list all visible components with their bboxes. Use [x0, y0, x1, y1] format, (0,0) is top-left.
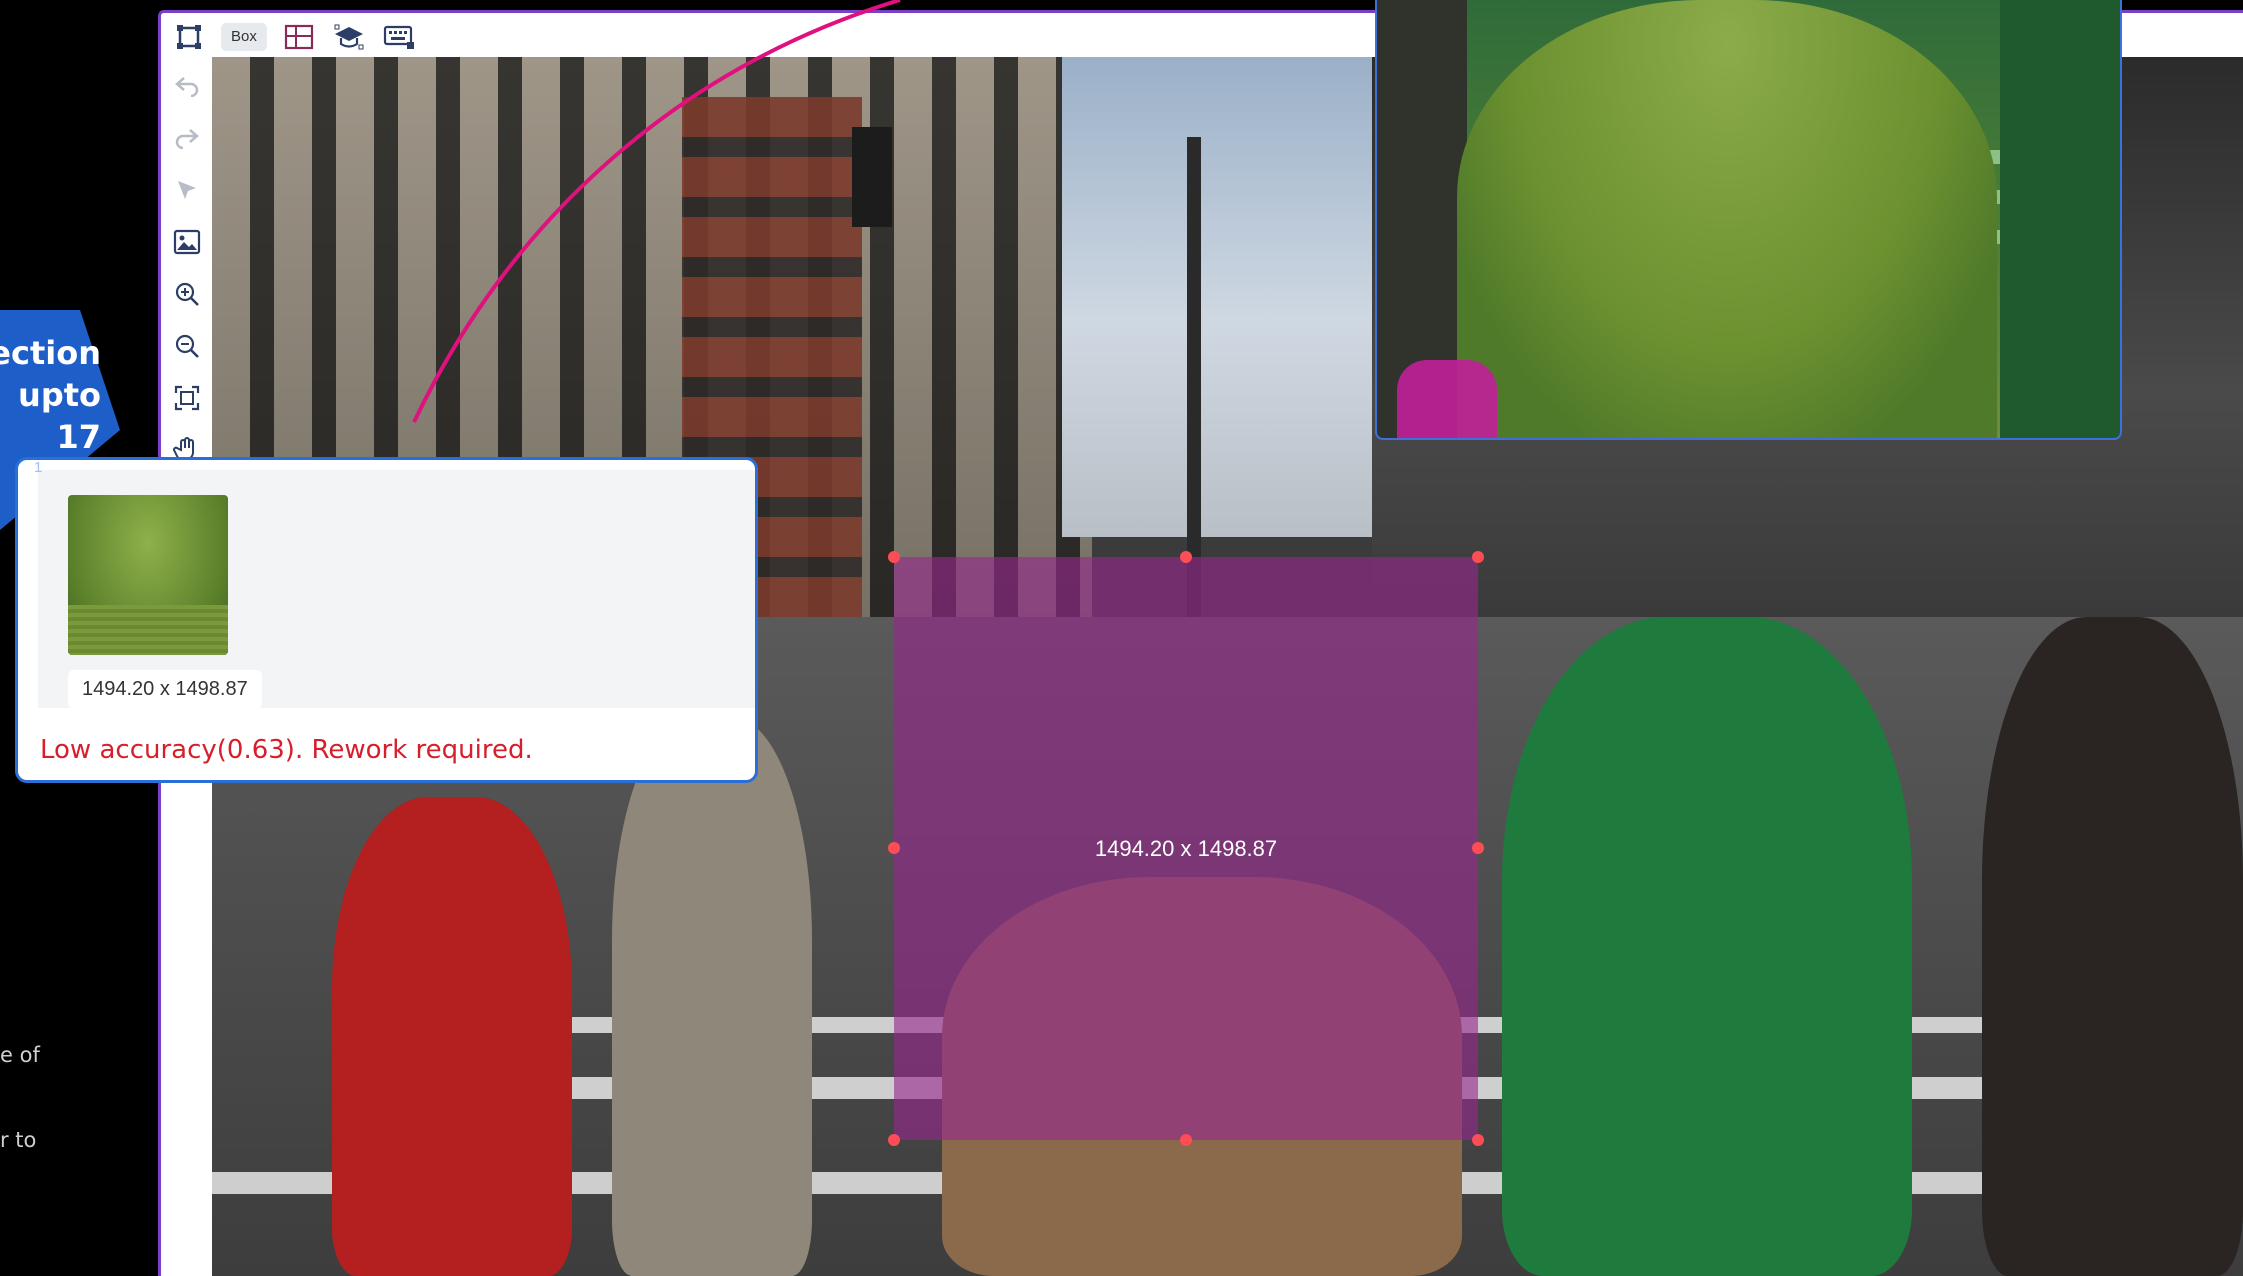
annotation-dimensions-label: 1494.20 x 1498.87: [1094, 835, 1278, 861]
side-description-line2: r to: [0, 1128, 37, 1152]
person-black-jacket: [1982, 617, 2243, 1276]
resize-handle[interactable]: [1472, 842, 1484, 854]
bounding-box-annotation[interactable]: 1494.20 x 1498.87: [888, 551, 1484, 1146]
resize-handle[interactable]: [888, 1134, 900, 1146]
box-tool-button[interactable]: Box: [221, 22, 267, 51]
card-content: 1494.20 x 1498.87: [38, 470, 755, 709]
person-green-coat: [1502, 617, 1912, 1276]
annotation-thumbnail[interactable]: [68, 495, 228, 655]
resize-handle[interactable]: [1472, 551, 1484, 563]
undo-icon[interactable]: [168, 66, 206, 106]
inset-person: [1457, 0, 1997, 438]
resize-handle[interactable]: [1472, 1134, 1484, 1146]
redo-icon[interactable]: [168, 118, 206, 158]
keyboard-icon[interactable]: [381, 19, 417, 55]
person-red-coat: [332, 797, 572, 1276]
fit-screen-icon[interactable]: [168, 378, 206, 418]
resize-handle[interactable]: [1180, 1134, 1192, 1146]
sky: [1062, 57, 1382, 537]
accuracy-warning: Low accuracy(0.63). Rework required.: [40, 735, 533, 765]
side-title-line1: pection: [0, 334, 101, 372]
resize-handle[interactable]: [888, 842, 900, 854]
annotation-info-card[interactable]: 1494.20 x 1498.87 Low accuracy(0.63). Re…: [15, 457, 758, 783]
card-index-badge: 1: [34, 459, 43, 476]
zoom-inset-preview: [1375, 0, 2122, 440]
side-description-line1: e of: [0, 1043, 40, 1067]
pointer-icon[interactable]: [168, 170, 206, 210]
traffic-light: [852, 127, 892, 227]
zoom-in-icon[interactable]: [168, 274, 206, 314]
grid-icon[interactable]: [281, 19, 317, 55]
side-title-line2: upto 17: [18, 376, 101, 456]
bounding-box-icon[interactable]: [171, 19, 207, 55]
thumbnail-dimensions: 1494.20 x 1498.87: [68, 670, 262, 709]
side-title: pection upto 17: [0, 332, 101, 458]
image-icon[interactable]: [168, 222, 206, 262]
person-grey-coat: [612, 717, 812, 1276]
graduation-cap-icon[interactable]: [331, 19, 367, 55]
resize-handle[interactable]: [888, 551, 900, 563]
inset-green-coat: [2000, 0, 2120, 438]
street-lamp-pole: [1187, 137, 1201, 617]
resize-handle[interactable]: [1180, 551, 1192, 563]
zoom-out-icon[interactable]: [168, 326, 206, 366]
inset-magenta-bag: [1397, 360, 1497, 438]
